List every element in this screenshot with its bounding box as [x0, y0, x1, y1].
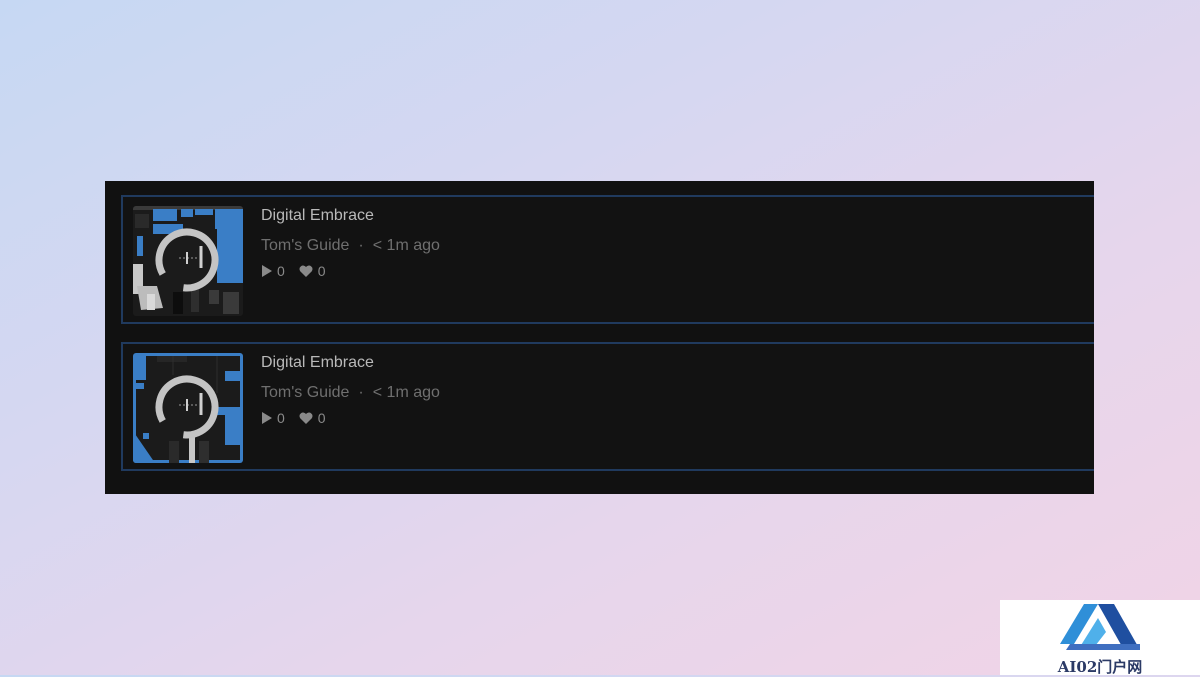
track-meta: Tom's Guide · < 1m ago	[261, 237, 440, 255]
like-count[interactable]: 0	[299, 263, 326, 279]
heart-icon	[299, 265, 313, 277]
track-author[interactable]: Tom's Guide	[261, 384, 349, 401]
play-icon	[262, 265, 272, 277]
play-count[interactable]: 0	[261, 263, 285, 279]
track-author[interactable]: Tom's Guide	[261, 237, 349, 254]
track-item-selected[interactable]: Digital Embrace Tom's Guide · < 1m ago 0 0	[121, 342, 1094, 471]
track-title[interactable]: Digital Embrace	[261, 207, 374, 225]
track-time: < 1m ago	[372, 237, 440, 254]
track-title[interactable]: Digital Embrace	[261, 354, 374, 372]
play-count-value: 0	[277, 263, 285, 279]
play-icon	[262, 412, 272, 424]
track-stats: 0 0	[261, 263, 340, 279]
track-meta: Tom's Guide · < 1m ago	[261, 384, 440, 402]
like-count[interactable]: 0	[299, 410, 326, 426]
watermark-logo: AI02门户网	[1000, 600, 1200, 676]
heart-icon	[299, 412, 313, 424]
play-count-value: 0	[277, 410, 285, 426]
like-count-value: 0	[317, 410, 326, 426]
track-list: Digital Embrace Tom's Guide · < 1m ago 0 0	[105, 181, 1094, 494]
meta-separator: ·	[358, 237, 364, 254]
track-item[interactable]: Digital Embrace Tom's Guide · < 1m ago 0 0	[121, 195, 1094, 324]
watermark-text: AI02门户网	[1057, 658, 1143, 676]
track-stats: 0 0	[261, 410, 340, 426]
meta-separator: ·	[358, 384, 364, 401]
like-count-value: 0	[317, 263, 326, 279]
logo-icon	[1060, 604, 1140, 650]
track-cover-art[interactable]	[133, 353, 243, 463]
track-cover-art[interactable]	[133, 206, 243, 316]
track-time: < 1m ago	[372, 384, 440, 401]
play-count[interactable]: 0	[261, 410, 285, 426]
